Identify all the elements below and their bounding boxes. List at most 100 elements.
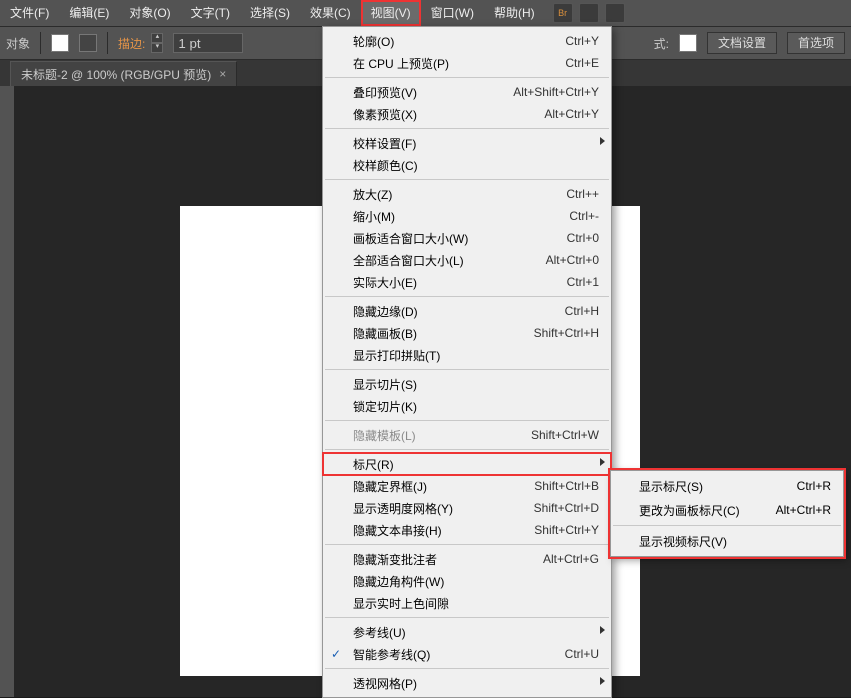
view-menu-item[interactable]: 全部适合窗口大小(L)Alt+Ctrl+0 — [323, 249, 611, 271]
view-menu-item[interactable]: 放大(Z)Ctrl++ — [323, 183, 611, 205]
menu-item-shortcut: Shift+Ctrl+Y — [534, 523, 599, 537]
view-menu-item[interactable]: 校样颜色(C) — [323, 154, 611, 176]
stroke-stepper[interactable]: ▴▾ — [151, 33, 163, 53]
menu-item-label: 隐藏定界框(J) — [353, 478, 534, 495]
menu-item-label: 隐藏边缘(D) — [353, 303, 565, 320]
ruler-submenu-item[interactable]: 显示视频标尺(V) — [611, 529, 843, 553]
menu-item-label: 隐藏模板(L) — [353, 427, 531, 444]
view-menu-item[interactable]: 轮廓(O)Ctrl+Y — [323, 30, 611, 52]
ruler-submenu: 显示标尺(S)Ctrl+R更改为画板标尺(C)Alt+Ctrl+R显示视频标尺(… — [610, 470, 844, 557]
menu-item-label: 全部适合窗口大小(L) — [353, 252, 546, 269]
view-menu-item[interactable]: 缩小(M)Ctrl+- — [323, 205, 611, 227]
stroke-swatch[interactable] — [79, 34, 97, 52]
menu-item-label: 隐藏边角构件(W) — [353, 573, 601, 590]
chevron-down-icon[interactable]: ▾ — [151, 43, 163, 53]
menu-item-shortcut: Shift+Ctrl+D — [534, 501, 599, 515]
view-menu-item[interactable]: 显示打印拼贴(T) — [323, 344, 611, 366]
view-menu-item[interactable]: 叠印预览(V)Alt+Shift+Ctrl+Y — [323, 81, 611, 103]
menu-file[interactable]: 文件(F) — [0, 0, 59, 26]
menu-help[interactable]: 帮助(H) — [484, 0, 545, 26]
preferences-button[interactable]: 首选项 — [787, 32, 845, 54]
view-menu-item[interactable]: ✓智能参考线(Q)Ctrl+U — [323, 643, 611, 665]
style-label: 式: — [654, 35, 669, 52]
chevron-right-icon — [600, 626, 605, 634]
menu-object[interactable]: 对象(O) — [119, 0, 180, 26]
ruler-submenu-item[interactable]: 更改为画板标尺(C)Alt+Ctrl+R — [611, 498, 843, 522]
menubar-right-icons: Br — [553, 3, 625, 23]
menu-item-shortcut: Alt+Ctrl+R — [776, 503, 831, 517]
menu-window[interactable]: 窗口(W) — [421, 0, 484, 26]
menu-item-label: 显示标尺(S) — [639, 478, 797, 495]
view-menu-item[interactable]: 隐藏画板(B)Shift+Ctrl+H — [323, 322, 611, 344]
menu-item-label: 智能参考线(Q) — [353, 646, 565, 663]
menu-edit[interactable]: 编辑(E) — [59, 0, 119, 26]
menu-item-label: 隐藏渐变批注者 — [353, 551, 543, 568]
menu-item-label: 画板适合窗口大小(W) — [353, 230, 567, 247]
fill-swatch[interactable] — [51, 34, 69, 52]
view-menu-item[interactable]: 透视网格(P) — [323, 672, 611, 694]
menu-effect[interactable]: 效果(C) — [300, 0, 361, 26]
menu-type[interactable]: 文字(T) — [181, 0, 240, 26]
chevron-right-icon — [600, 677, 605, 685]
view-menu-item[interactable]: 标尺(R) — [323, 453, 611, 475]
menu-item-shortcut: Ctrl+1 — [567, 275, 599, 289]
menu-item-label: 显示打印拼贴(T) — [353, 347, 601, 364]
menu-item-shortcut: Ctrl+R — [797, 479, 831, 493]
chevron-up-icon[interactable]: ▴ — [151, 33, 163, 43]
separator — [107, 32, 108, 54]
document-tab[interactable]: 未标题-2 @ 100% (RGB/GPU 预览) × — [10, 61, 237, 86]
view-menu-item: 隐藏模板(L)Shift+Ctrl+W — [323, 424, 611, 446]
view-menu-item[interactable]: 校样设置(F) — [323, 132, 611, 154]
menu-item-label: 显示视频标尺(V) — [639, 533, 831, 550]
menu-item-shortcut: Ctrl+U — [565, 647, 599, 661]
view-menu-item[interactable]: 参考线(U) — [323, 621, 611, 643]
menu-item-shortcut: Alt+Ctrl+0 — [546, 253, 599, 267]
stroke-label[interactable]: 描边: — [118, 35, 145, 52]
menu-item-shortcut: Alt+Shift+Ctrl+Y — [513, 85, 599, 99]
view-menu-item[interactable]: 实际大小(E)Ctrl+1 — [323, 271, 611, 293]
menubar: 文件(F) 编辑(E) 对象(O) 文字(T) 选择(S) 效果(C) 视图(V… — [0, 0, 851, 26]
menu-item-label: 轮廓(O) — [353, 33, 565, 50]
close-icon[interactable]: × — [219, 67, 226, 81]
view-menu-item[interactable]: 画板适合窗口大小(W)Ctrl+0 — [323, 227, 611, 249]
menu-item-shortcut: Ctrl+E — [565, 56, 599, 70]
menu-item-shortcut: Shift+Ctrl+H — [534, 326, 599, 340]
view-menu-item[interactable]: 隐藏边缘(D)Ctrl+H — [323, 300, 611, 322]
menu-item-label: 显示切片(S) — [353, 376, 601, 393]
bridge-icon[interactable]: Br — [553, 3, 573, 23]
menu-item-label: 叠印预览(V) — [353, 84, 513, 101]
view-menu-item[interactable]: 显示切片(S) — [323, 373, 611, 395]
menu-item-shortcut: Ctrl+- — [569, 209, 599, 223]
menu-item-label: 实际大小(E) — [353, 274, 567, 291]
view-menu-item[interactable]: 像素预览(X)Alt+Ctrl+Y — [323, 103, 611, 125]
ruler-submenu-item[interactable]: 显示标尺(S)Ctrl+R — [611, 474, 843, 498]
menu-item-shortcut: Ctrl+0 — [567, 231, 599, 245]
menu-item-label: 在 CPU 上预览(P) — [353, 55, 565, 72]
view-menu-item[interactable]: 显示实时上色间隙 — [323, 592, 611, 614]
toolbar[interactable] — [0, 86, 14, 697]
menu-item-label: 校样设置(F) — [353, 135, 601, 152]
menu-item-label: 透视网格(P) — [353, 675, 601, 692]
view-menu-item[interactable]: 隐藏边角构件(W) — [323, 570, 611, 592]
menu-item-label: 缩小(M) — [353, 208, 569, 225]
menu-item-shortcut: Alt+Ctrl+G — [543, 552, 599, 566]
menu-view[interactable]: 视图(V) — [361, 0, 421, 26]
menu-item-label: 显示透明度网格(Y) — [353, 500, 534, 517]
document-setup-button[interactable]: 文档设置 — [707, 32, 777, 54]
menu-item-shortcut: Shift+Ctrl+B — [534, 479, 599, 493]
view-menu-item[interactable]: 锁定切片(K) — [323, 395, 611, 417]
menu-item-label: 校样颜色(C) — [353, 157, 601, 174]
menu-item-label: 标尺(R) — [353, 456, 601, 473]
view-menu-item[interactable]: 隐藏文本串接(H)Shift+Ctrl+Y — [323, 519, 611, 541]
style-swatch[interactable] — [679, 34, 697, 52]
view-menu-item[interactable]: 在 CPU 上预览(P)Ctrl+E — [323, 52, 611, 74]
view-menu-item[interactable]: 隐藏定界框(J)Shift+Ctrl+B — [323, 475, 611, 497]
stroke-weight-input[interactable] — [173, 33, 243, 53]
gpu-icon[interactable] — [605, 3, 625, 23]
menu-item-label: 隐藏画板(B) — [353, 325, 534, 342]
view-menu-item[interactable]: 显示透明度网格(Y)Shift+Ctrl+D — [323, 497, 611, 519]
menu-select[interactable]: 选择(S) — [240, 0, 300, 26]
view-menu-item[interactable]: 隐藏渐变批注者Alt+Ctrl+G — [323, 548, 611, 570]
menu-item-label: 放大(Z) — [353, 186, 566, 203]
arrange-documents-icon[interactable] — [579, 3, 599, 23]
